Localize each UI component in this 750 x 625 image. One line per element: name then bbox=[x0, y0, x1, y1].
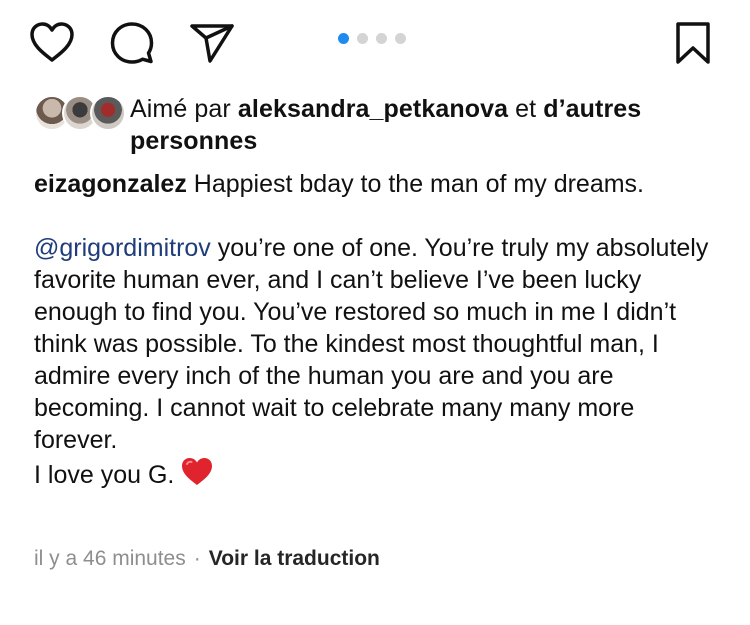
heart-outline-icon[interactable] bbox=[28, 20, 76, 64]
author-username-link[interactable]: eizagonzalez bbox=[34, 170, 187, 198]
carousel-dot-active bbox=[338, 33, 349, 44]
post-actions-bar bbox=[0, 0, 750, 90]
speech-bubble-icon[interactable] bbox=[108, 20, 156, 66]
carousel-dot bbox=[376, 33, 387, 44]
paper-plane-icon[interactable] bbox=[189, 22, 235, 64]
bookmark-outline-icon[interactable] bbox=[672, 20, 714, 66]
caption-body: you’re one of one. You’re truly my absol… bbox=[34, 234, 709, 454]
likes-text: Aimé par aleksandra_petkanova et d’autre… bbox=[130, 93, 730, 157]
timestamp: il y a 46 minutes bbox=[34, 547, 186, 570]
caption-first-line: Happiest bday to the man of my dreams. bbox=[193, 170, 645, 198]
post-meta: il y a 46 minutes · Voir la traduction bbox=[34, 544, 380, 574]
avatar bbox=[90, 95, 126, 131]
post-caption: eizagonzalez Happiest bday to the man of… bbox=[34, 168, 724, 495]
caption-closing: I love you G. bbox=[34, 461, 175, 489]
carousel-dot bbox=[395, 33, 406, 44]
carousel-dot bbox=[357, 33, 368, 44]
likes-prefix: Aimé par bbox=[130, 95, 231, 123]
liker-username-link[interactable]: aleksandra_petkanova bbox=[238, 95, 508, 123]
liker-avatars[interactable] bbox=[34, 95, 126, 131]
see-translation-link[interactable]: Voir la traduction bbox=[209, 547, 380, 570]
red-heart-icon bbox=[180, 456, 214, 495]
meta-separator: · bbox=[193, 547, 201, 570]
mention-link[interactable]: @grigordimitrov bbox=[34, 234, 211, 262]
likes-conjunction: et bbox=[515, 95, 537, 123]
carousel-indicator bbox=[338, 33, 406, 44]
